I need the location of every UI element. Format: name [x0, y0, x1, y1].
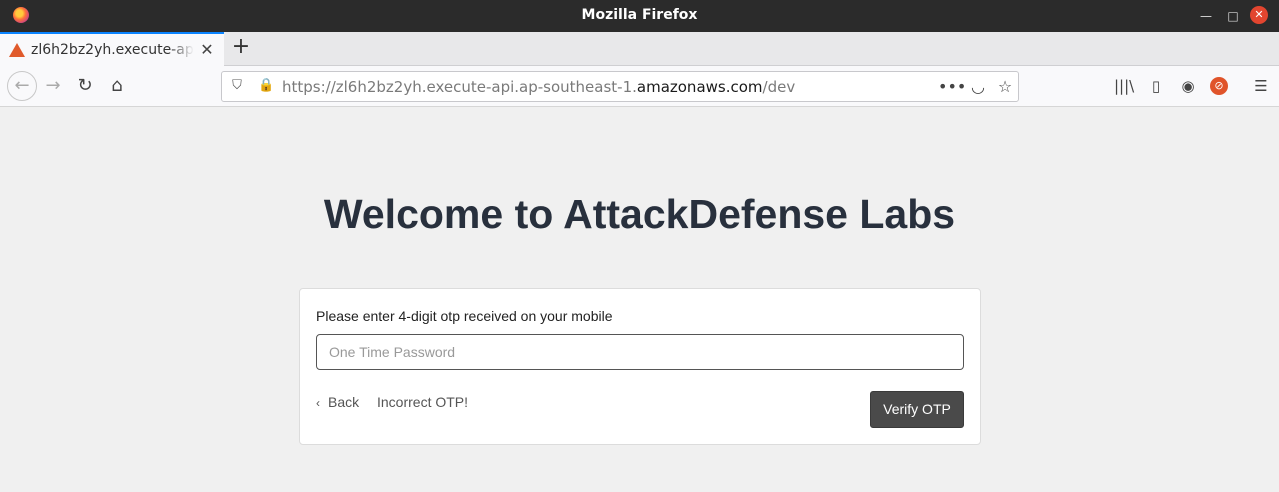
bookmark-star-icon[interactable]: ☆: [995, 77, 1015, 97]
back-arrow-icon[interactable]: ←: [7, 71, 37, 101]
window-titlebar: Mozilla Firefox — □ ✕: [0, 0, 1279, 32]
account-icon[interactable]: ◉: [1178, 76, 1198, 96]
home-icon[interactable]: ⌂: [105, 74, 129, 98]
site-favicon-icon: [9, 43, 25, 57]
forward-arrow-icon[interactable]: →: [41, 74, 65, 98]
error-message: Incorrect OTP!: [377, 394, 469, 410]
navigation-toolbar: ← → ↻ ⌂ ⛉ 🔒 https://zl6h2bz2yh.execute-a…: [0, 66, 1279, 107]
close-window-button[interactable]: ✕: [1250, 6, 1268, 24]
reload-icon[interactable]: ↻: [73, 74, 97, 98]
address-bar[interactable]: ⛉ 🔒 https://zl6h2bz2yh.execute-api.ap-so…: [221, 71, 1019, 102]
back-link[interactable]: ‹ Back: [316, 394, 359, 410]
otp-input[interactable]: [316, 334, 964, 370]
sidebar-icon[interactable]: ▯: [1146, 76, 1166, 96]
url-path: /dev: [762, 78, 796, 96]
hamburger-menu-icon[interactable]: ☰: [1251, 76, 1271, 96]
otp-label: Please enter 4-digit otp received on you…: [316, 308, 613, 324]
minimize-window-button[interactable]: —: [1197, 7, 1215, 25]
page-content: Welcome to AttackDefense Labs Please ent…: [0, 107, 1279, 492]
url-domain: amazonaws.com: [636, 78, 763, 96]
library-icon[interactable]: |||\: [1114, 76, 1134, 96]
page-actions-more-icon[interactable]: •••: [938, 77, 966, 97]
pocket-icon[interactable]: ◡: [968, 77, 988, 97]
new-tab-button[interactable]: +: [230, 35, 252, 59]
tab-title: zl6h2bz2yh.execute-api.ap-southeast-1.am…: [31, 42, 194, 58]
otp-form-card: Please enter 4-digit otp received on you…: [299, 288, 981, 445]
verify-otp-button[interactable]: Verify OTP: [870, 391, 964, 428]
page-title: Welcome to AttackDefense Labs: [323, 191, 956, 237]
window-title: Mozilla Firefox: [581, 7, 698, 23]
extension-icon[interactable]: ⊘: [1210, 77, 1228, 95]
url-text[interactable]: https://zl6h2bz2yh.execute-api.ap-southe…: [282, 78, 795, 96]
tracking-protection-shield-icon[interactable]: ⛉: [230, 78, 244, 95]
tab-strip: zl6h2bz2yh.execute-api.ap-southeast-1.am…: [0, 32, 1279, 66]
maximize-window-button[interactable]: □: [1224, 7, 1242, 25]
back-link-label: Back: [328, 394, 360, 410]
chevron-left-icon: ‹: [316, 396, 320, 410]
url-prefix: https://zl6h2bz2yh.execute-api.ap-southe…: [282, 78, 637, 96]
tab-active[interactable]: zl6h2bz2yh.execute-api.ap-southeast-1.am…: [0, 32, 224, 66]
close-tab-icon[interactable]: ✕: [199, 40, 215, 59]
lock-icon[interactable]: 🔒: [258, 78, 274, 95]
